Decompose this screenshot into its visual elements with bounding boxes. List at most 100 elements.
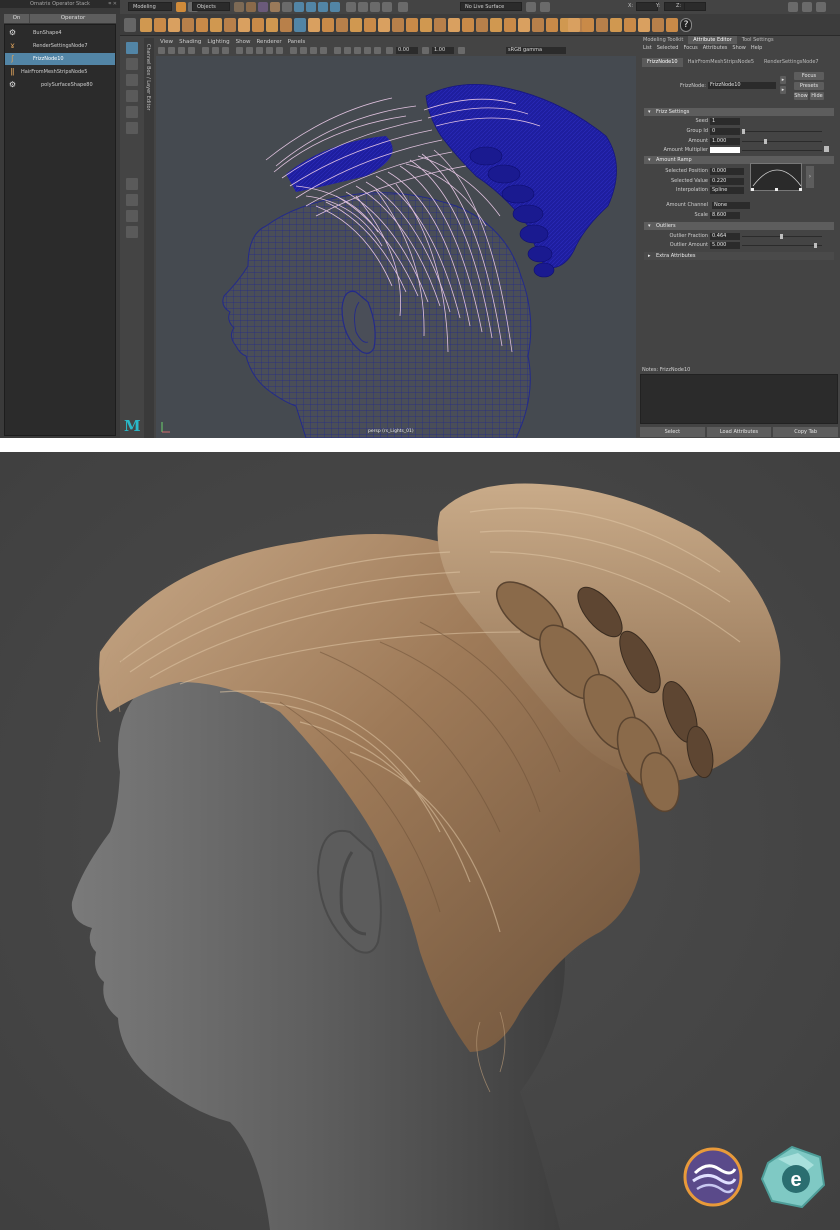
hair-tool-icon[interactable] bbox=[154, 18, 166, 32]
hair-tool-icon[interactable] bbox=[596, 18, 608, 32]
focus-button[interactable]: Focus bbox=[794, 72, 824, 80]
slider-knob[interactable] bbox=[764, 139, 767, 144]
hair-tool-icon[interactable] bbox=[532, 18, 544, 32]
show-menu[interactable]: Show bbox=[236, 38, 251, 46]
magnet-icon[interactable] bbox=[398, 2, 408, 12]
shadows-icon[interactable] bbox=[276, 47, 283, 54]
channel-box-tab[interactable]: Channel Box / Layer Editor bbox=[145, 44, 151, 111]
move-tool-icon[interactable] bbox=[126, 90, 138, 102]
hair-tool-icon[interactable] bbox=[280, 18, 292, 32]
operator-item-hairfrommesh[interactable]: ǁ HairFromMeshStripsNode5 bbox=[5, 66, 115, 78]
layout-four-icon[interactable] bbox=[126, 194, 138, 206]
render-settings-icon[interactable] bbox=[382, 2, 392, 12]
vertex-mode-icon[interactable] bbox=[246, 2, 256, 12]
hair-tool-icon[interactable] bbox=[392, 18, 404, 32]
panel-layout-icon[interactable] bbox=[816, 2, 826, 12]
hair-tool-icon[interactable] bbox=[224, 18, 236, 32]
hair-tool-icon[interactable] bbox=[434, 18, 446, 32]
amount-channel-dropdown[interactable]: None bbox=[712, 202, 750, 209]
ssao-icon[interactable] bbox=[334, 47, 341, 54]
select-button[interactable]: Select bbox=[640, 427, 705, 437]
hair-tool-icon[interactable] bbox=[140, 18, 152, 32]
node-name-input[interactable]: FrizzNode10 bbox=[708, 82, 776, 89]
hair-tool-icon[interactable] bbox=[448, 18, 460, 32]
xray-icon[interactable] bbox=[300, 47, 307, 54]
ae-menu-list[interactable]: List bbox=[643, 44, 652, 52]
hair-tool-icon[interactable] bbox=[238, 18, 250, 32]
color-mgmt-icon[interactable] bbox=[458, 47, 465, 54]
scale-tool-icon[interactable] bbox=[126, 122, 138, 134]
hair-tool-icon[interactable] bbox=[504, 18, 516, 32]
panel-close-icon[interactable]: ⌗ ✕ bbox=[108, 0, 117, 8]
isolate-icon[interactable] bbox=[290, 47, 297, 54]
gamma-icon[interactable] bbox=[422, 47, 429, 54]
operator-item-polysurface[interactable]: ⚙ polySurfaceShape80 bbox=[5, 79, 115, 91]
edge-mode-icon[interactable] bbox=[258, 2, 268, 12]
shelf-settings-icon[interactable] bbox=[124, 18, 136, 32]
selected-value-input[interactable]: 0.220 bbox=[710, 178, 744, 185]
hair-tool-icon[interactable] bbox=[638, 18, 650, 32]
amount-ramp-widget[interactable] bbox=[750, 163, 802, 191]
smooth-shade-icon[interactable] bbox=[246, 47, 253, 54]
image-plane-icon[interactable] bbox=[188, 47, 195, 54]
ae-menu-focus[interactable]: Focus bbox=[683, 44, 697, 52]
guide-tool-icon[interactable] bbox=[294, 18, 306, 32]
lasso-icon[interactable] bbox=[282, 2, 292, 12]
panels-menu[interactable]: Panels bbox=[288, 38, 306, 46]
lighting-menu[interactable]: Lighting bbox=[207, 38, 229, 46]
show-button[interactable]: Show bbox=[794, 92, 808, 100]
ipr-icon[interactable] bbox=[370, 2, 380, 12]
operator-item-bunshape[interactable]: ⚙ BunShape4 bbox=[5, 27, 115, 39]
hair-tool-icon[interactable] bbox=[378, 18, 390, 32]
color-space-dropdown[interactable]: sRGB gamma bbox=[506, 47, 566, 54]
slider-knob[interactable] bbox=[780, 234, 783, 239]
dof-icon[interactable] bbox=[354, 47, 361, 54]
hair-tool-icon[interactable] bbox=[476, 18, 488, 32]
section-frizz-settings[interactable]: ▾ Frizz Settings bbox=[644, 108, 834, 116]
group-id-slider[interactable] bbox=[742, 129, 822, 134]
outlier-amount-input[interactable]: 5.000 bbox=[710, 242, 740, 249]
seed-input[interactable]: 1 bbox=[710, 118, 740, 125]
objects-dropdown[interactable]: Objects bbox=[192, 2, 230, 11]
section-outliers[interactable]: ▾ Outliers bbox=[644, 222, 834, 230]
hair-tool-icon[interactable] bbox=[266, 18, 278, 32]
presets-button[interactable]: Presets bbox=[794, 82, 824, 90]
live-surface-field[interactable]: No Live Surface bbox=[460, 2, 522, 11]
panel-layout-icon[interactable] bbox=[788, 2, 798, 12]
bookmark-icon[interactable] bbox=[178, 47, 185, 54]
panel-layout-icon[interactable] bbox=[802, 2, 812, 12]
camera-icon[interactable] bbox=[158, 47, 165, 54]
ae-menu-help[interactable]: Help bbox=[751, 44, 762, 52]
ae-menu-selected[interactable]: Selected bbox=[657, 44, 679, 52]
hair-tool-icon[interactable] bbox=[336, 18, 348, 32]
operator-item-frizznode[interactable]: ʃ FrizzNode10 bbox=[5, 53, 115, 65]
lasso-tool-icon[interactable] bbox=[126, 58, 138, 70]
tab-hairfrommesh[interactable]: HairFromMeshStripsNode5 bbox=[683, 58, 759, 67]
hair-tool-icon[interactable] bbox=[364, 18, 376, 32]
outliner-layout-icon[interactable] bbox=[126, 226, 138, 238]
hair-tool-icon[interactable] bbox=[420, 18, 432, 32]
hair-tool-icon[interactable] bbox=[406, 18, 418, 32]
layout-two-icon[interactable] bbox=[126, 210, 138, 222]
load-attributes-button[interactable]: Load Attributes bbox=[706, 427, 772, 437]
outlier-fraction-input[interactable]: 0.464 bbox=[710, 233, 740, 240]
hair-tool-icon[interactable] bbox=[252, 18, 264, 32]
exposure-icon[interactable] bbox=[386, 47, 393, 54]
antialias-icon[interactable] bbox=[344, 47, 351, 54]
history-icon[interactable] bbox=[346, 2, 356, 12]
view-menu[interactable]: View bbox=[160, 38, 173, 46]
x-coord-input[interactable] bbox=[636, 2, 658, 11]
tab-modeling-toolkit[interactable]: Modeling Toolkit bbox=[638, 36, 688, 44]
ae-menu-show[interactable]: Show bbox=[732, 44, 746, 52]
textured-icon[interactable] bbox=[256, 47, 263, 54]
hair-tool-icon[interactable] bbox=[610, 18, 622, 32]
snap-curve-icon[interactable] bbox=[306, 2, 316, 12]
exposure-field[interactable]: 0.00 bbox=[396, 47, 418, 54]
hair-tool-icon[interactable] bbox=[568, 18, 580, 32]
workspace-dropdown[interactable]: Modeling bbox=[128, 2, 172, 11]
renderer-menu[interactable]: Renderer bbox=[256, 38, 281, 46]
y-coord-input[interactable] bbox=[664, 2, 686, 11]
perspective-viewport[interactable]: persp (rs_Lights_01) bbox=[156, 56, 636, 438]
hair-tool-icon[interactable] bbox=[350, 18, 362, 32]
hair-tool-icon[interactable] bbox=[196, 18, 208, 32]
